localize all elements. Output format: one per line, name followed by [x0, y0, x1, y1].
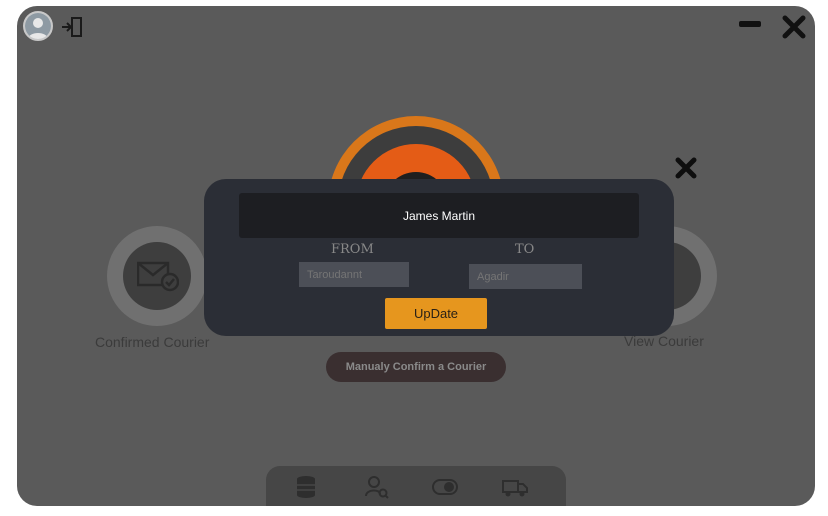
update-button[interactable]: UpDate — [385, 298, 487, 329]
mail-check-icon — [137, 261, 179, 292]
toggle-icon[interactable] — [432, 474, 458, 500]
logout-icon[interactable] — [61, 16, 85, 38]
confirmed-courier-button[interactable] — [107, 226, 207, 326]
confirmed-courier-label: Confirmed Courier — [95, 334, 210, 350]
courier-name: James Martin — [239, 193, 639, 238]
minimize-button[interactable] — [739, 21, 761, 27]
to-input[interactable] — [469, 264, 582, 289]
close-icon[interactable] — [781, 14, 807, 40]
close-icon[interactable] — [674, 156, 698, 180]
from-input[interactable] — [299, 262, 409, 287]
update-courier-dialog: James Martin FROM TO UpDate — [204, 179, 674, 336]
user-avatar-icon[interactable] — [23, 11, 53, 41]
to-label: TO — [515, 242, 535, 257]
manual-confirm-button[interactable]: Manualy Confirm a Courier — [326, 352, 506, 382]
truck-icon[interactable] — [502, 474, 528, 500]
from-label: FROM — [331, 242, 374, 257]
database-icon[interactable] — [294, 474, 320, 500]
user-search-icon[interactable] — [364, 474, 390, 500]
app-window: Confirmed Courier View Courier Manualy C… — [17, 6, 815, 506]
bottom-toolbar — [266, 466, 566, 506]
